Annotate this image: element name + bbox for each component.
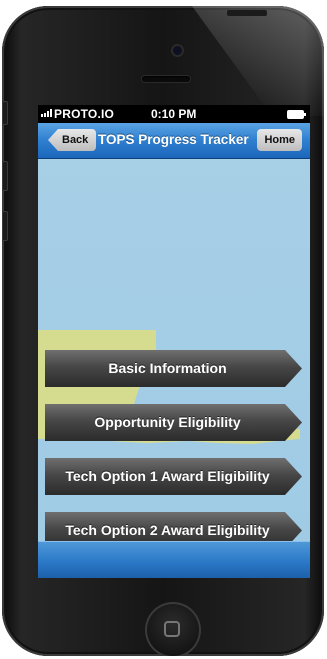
- front-camera: [173, 46, 182, 55]
- page-title: TOPS Progress Tracker: [98, 132, 249, 147]
- home-square-icon: [164, 621, 180, 637]
- opportunity-eligibility-button[interactable]: Opportunity Eligibility: [45, 404, 302, 441]
- volume-down-button[interactable]: [2, 211, 8, 241]
- basic-information-button[interactable]: Basic Information: [45, 350, 302, 387]
- carrier-label: PROTO.IO: [54, 107, 115, 121]
- power-button[interactable]: [227, 10, 267, 16]
- back-button[interactable]: Back: [48, 129, 97, 151]
- mute-switch[interactable]: [2, 101, 8, 125]
- navigation-bar: Back TOPS Progress Tracker Home: [38, 123, 310, 159]
- status-bar: PROTO.IO 0:10 PM: [38, 105, 310, 123]
- status-time: 0:10 PM: [151, 107, 197, 121]
- bottom-bar: [38, 541, 310, 578]
- main-content: Basic Information Opportunity Eligibilit…: [38, 159, 310, 541]
- earpiece-speaker: [142, 76, 190, 82]
- tech-option-1-award-eligibility-button[interactable]: Tech Option 1 Award Eligibility: [45, 458, 302, 495]
- battery-icon: [287, 110, 306, 119]
- home-button[interactable]: Home: [257, 129, 302, 151]
- screen: PROTO.IO 0:10 PM Back TOPS Progress Trac…: [38, 105, 310, 578]
- home-hardware-button[interactable]: [145, 602, 201, 656]
- glass-reflection: [192, 6, 324, 116]
- tech-option-2-award-eligibility-button[interactable]: Tech Option 2 Award Eligibility: [45, 512, 302, 541]
- signal-strength-icon: [41, 109, 52, 117]
- volume-up-button[interactable]: [2, 161, 8, 191]
